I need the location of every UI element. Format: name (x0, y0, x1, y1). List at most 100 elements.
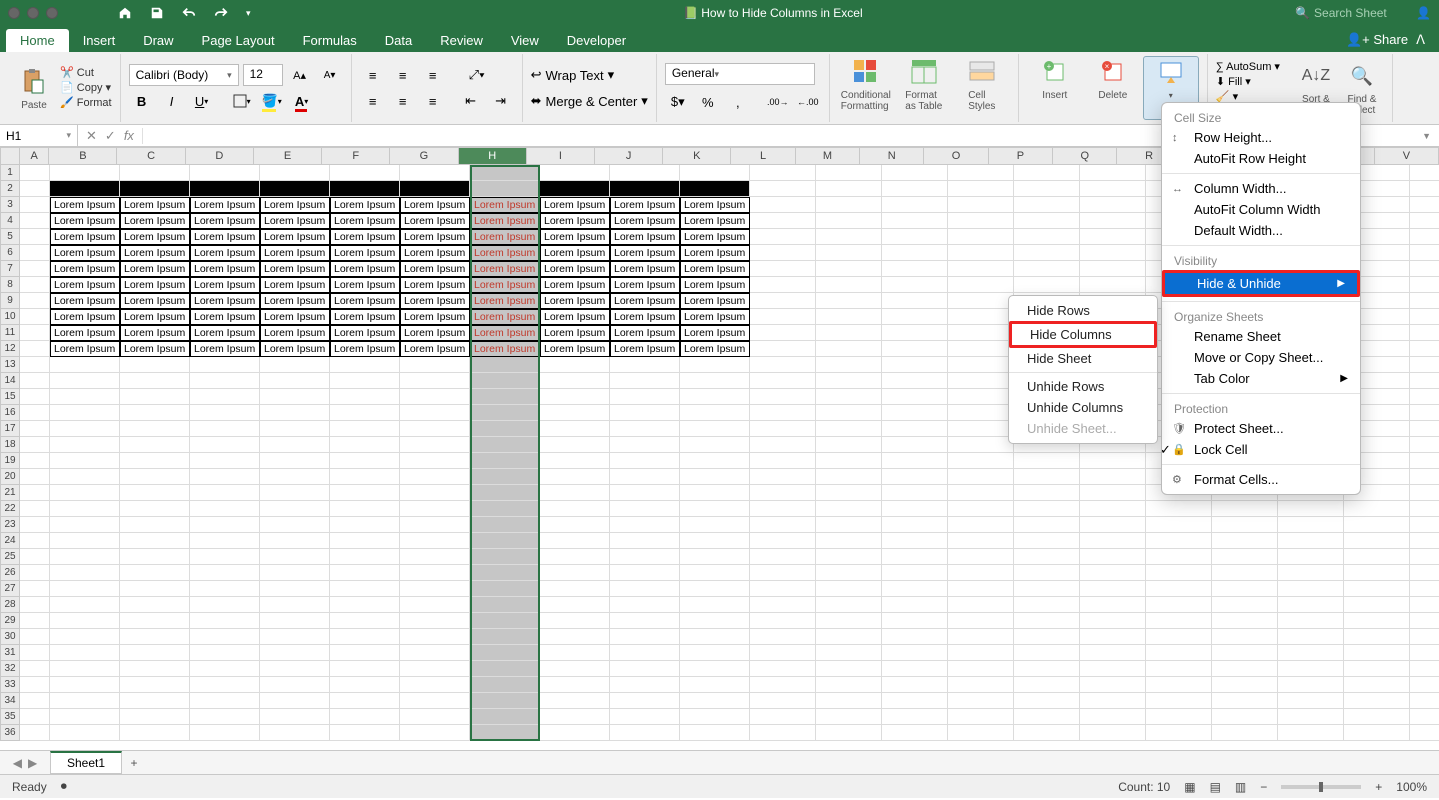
cell-F25[interactable] (330, 549, 400, 565)
cell-L25[interactable] (750, 549, 816, 565)
cell-K26[interactable] (680, 565, 750, 581)
cell-H31[interactable] (470, 645, 540, 661)
cell-A33[interactable] (20, 677, 50, 693)
cell-B11[interactable]: Lorem Ipsum (50, 325, 120, 341)
cell-O35[interactable] (948, 709, 1014, 725)
cell-P36[interactable] (1014, 725, 1080, 741)
cell-M30[interactable] (816, 629, 882, 645)
cell-J24[interactable] (610, 533, 680, 549)
cell-Q26[interactable] (1080, 565, 1146, 581)
cell-A7[interactable] (20, 261, 50, 277)
cell-B24[interactable] (50, 533, 120, 549)
cell-U24[interactable] (1344, 533, 1410, 549)
view-page-layout-icon[interactable]: ▤ (1210, 780, 1221, 794)
cell-S29[interactable] (1212, 613, 1278, 629)
cell-O4[interactable] (948, 213, 1014, 229)
cell-D36[interactable] (190, 725, 260, 741)
name-box[interactable]: H1▾ (0, 125, 78, 146)
cell-M33[interactable] (816, 677, 882, 693)
cell-H16[interactable] (470, 405, 540, 421)
cell-D16[interactable] (190, 405, 260, 421)
sheet-tab-sheet1[interactable]: Sheet1 (50, 751, 122, 774)
cell-P33[interactable] (1014, 677, 1080, 693)
cell-R34[interactable] (1146, 693, 1212, 709)
cell-B10[interactable]: Lorem Ipsum (50, 309, 120, 325)
cell-B5[interactable]: Lorem Ipsum (50, 229, 120, 245)
cell-M7[interactable] (816, 261, 882, 277)
cell-G12[interactable]: Lorem Ipsum (400, 341, 470, 357)
cell-B27[interactable] (50, 581, 120, 597)
cell-F9[interactable]: Lorem Ipsum (330, 293, 400, 309)
cell-I15[interactable] (540, 389, 610, 405)
cell-A10[interactable] (20, 309, 50, 325)
cell-J20[interactable] (610, 469, 680, 485)
cell-V18[interactable] (1410, 437, 1439, 453)
cell-V31[interactable] (1410, 645, 1439, 661)
cell-S30[interactable] (1212, 629, 1278, 645)
cell-E22[interactable] (260, 501, 330, 517)
cell-T35[interactable] (1278, 709, 1344, 725)
cell-O24[interactable] (948, 533, 1014, 549)
cell-O21[interactable] (948, 485, 1014, 501)
cell-L13[interactable] (750, 357, 816, 373)
cell-N12[interactable] (882, 341, 948, 357)
cell-D25[interactable] (190, 549, 260, 565)
cell-J11[interactable]: Lorem Ipsum (610, 325, 680, 341)
cell-M22[interactable] (816, 501, 882, 517)
cell-T27[interactable] (1278, 581, 1344, 597)
cell-D8[interactable]: Lorem Ipsum (190, 277, 260, 293)
row-header-13[interactable]: 13 (0, 357, 20, 373)
cell-B36[interactable] (50, 725, 120, 741)
cell-C35[interactable] (120, 709, 190, 725)
row-header-28[interactable]: 28 (0, 597, 20, 613)
minimize-window[interactable] (27, 7, 39, 19)
cell-N25[interactable] (882, 549, 948, 565)
cell-E28[interactable] (260, 597, 330, 613)
cell-H33[interactable] (470, 677, 540, 693)
cell-H9[interactable]: Lorem Ipsum (470, 293, 540, 309)
cell-C13[interactable] (120, 357, 190, 373)
cell-S22[interactable] (1212, 501, 1278, 517)
cell-B25[interactable] (50, 549, 120, 565)
cell-C26[interactable] (120, 565, 190, 581)
cell-C16[interactable] (120, 405, 190, 421)
cut-button[interactable]: ✂️ Cut (60, 66, 112, 79)
cell-M20[interactable] (816, 469, 882, 485)
col-header-I[interactable]: I (527, 147, 595, 165)
cell-I3[interactable]: Lorem Ipsum (540, 197, 610, 213)
cell-P32[interactable] (1014, 661, 1080, 677)
cell-H25[interactable] (470, 549, 540, 565)
cell-M28[interactable] (816, 597, 882, 613)
cell-L24[interactable] (750, 533, 816, 549)
cell-N6[interactable] (882, 245, 948, 261)
row-header-18[interactable]: 18 (0, 437, 20, 453)
view-normal-icon[interactable]: ▦ (1184, 780, 1195, 794)
cell-J28[interactable] (610, 597, 680, 613)
cell-L18[interactable] (750, 437, 816, 453)
cell-G28[interactable] (400, 597, 470, 613)
row-header-24[interactable]: 24 (0, 533, 20, 549)
cell-U35[interactable] (1344, 709, 1410, 725)
cell-D32[interactable] (190, 661, 260, 677)
cell-F22[interactable] (330, 501, 400, 517)
next-sheet-icon[interactable]: ▶ (28, 756, 37, 770)
close-window[interactable] (8, 7, 20, 19)
cell-D22[interactable] (190, 501, 260, 517)
cell-J1[interactable] (610, 165, 680, 181)
row-header-17[interactable]: 17 (0, 421, 20, 437)
cell-M19[interactable] (816, 453, 882, 469)
cell-N28[interactable] (882, 597, 948, 613)
copy-button[interactable]: 📄 Copy ▾ (60, 81, 112, 94)
cell-D4[interactable]: Lorem Ipsum (190, 213, 260, 229)
view-page-break-icon[interactable]: ▥ (1235, 780, 1246, 794)
cell-U36[interactable] (1344, 725, 1410, 741)
cell-G1[interactable] (400, 165, 470, 181)
cell-Q19[interactable] (1080, 453, 1146, 469)
cell-K25[interactable] (680, 549, 750, 565)
cell-L27[interactable] (750, 581, 816, 597)
cell-C29[interactable] (120, 613, 190, 629)
cell-V17[interactable] (1410, 421, 1439, 437)
cell-C15[interactable] (120, 389, 190, 405)
cell-L36[interactable] (750, 725, 816, 741)
cell-K35[interactable] (680, 709, 750, 725)
